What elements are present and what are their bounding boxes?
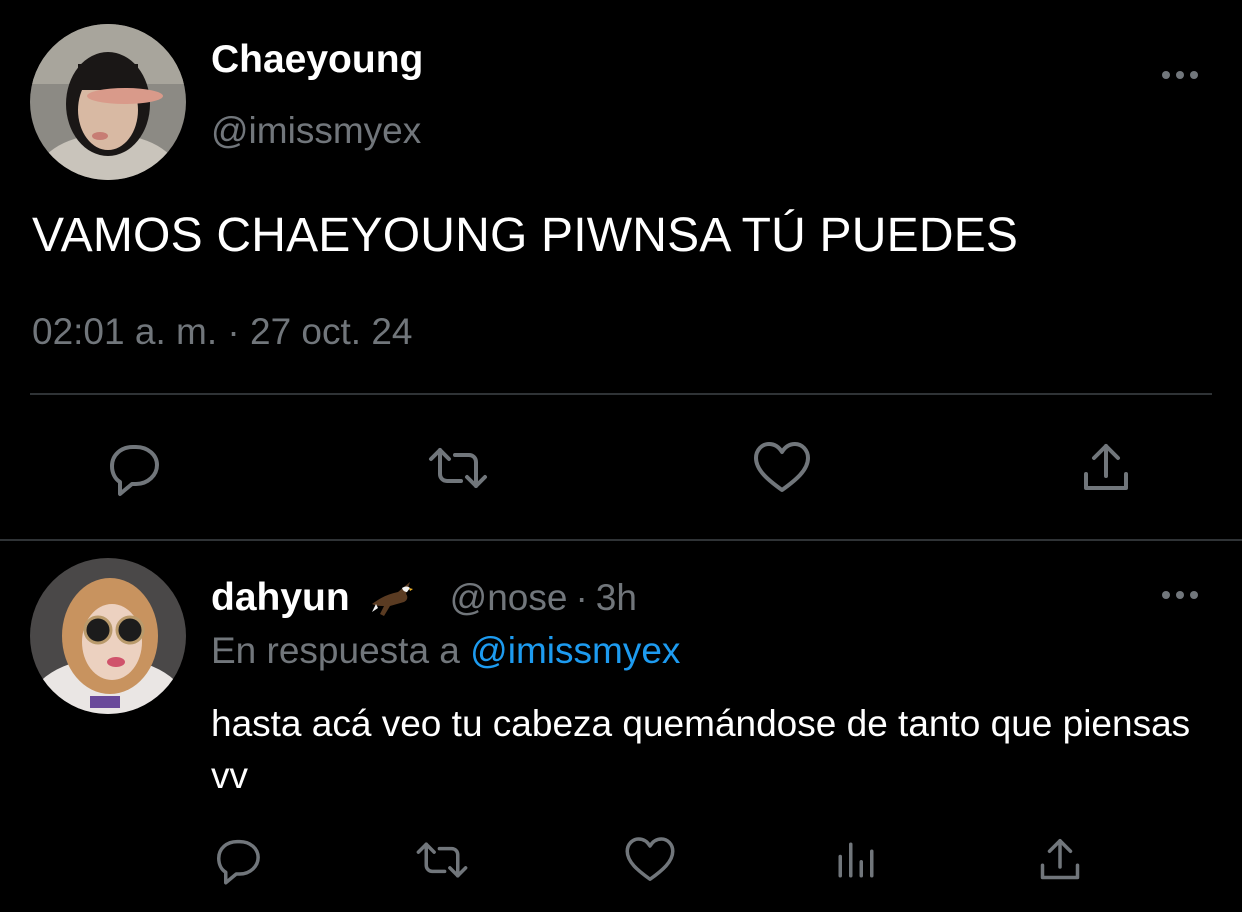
share-icon[interactable] [1074, 436, 1138, 500]
section-divider [0, 539, 1242, 541]
reply-to-line: En respuesta a @imissmyex [211, 630, 680, 672]
reply-icon[interactable] [210, 832, 266, 888]
like-icon[interactable] [622, 832, 678, 888]
reply-to-handle-link[interactable]: @imissmyex [470, 630, 680, 671]
display-name[interactable]: Chaeyoung [211, 38, 423, 82]
separator: · [575, 577, 588, 618]
like-icon[interactable] [750, 436, 814, 500]
divider [30, 393, 1212, 395]
views-icon[interactable] [828, 832, 884, 888]
tweet-text: hasta acá veo tu cabeza quemándose de ta… [211, 703, 1191, 796]
tweet-text: VAMOS CHAEYOUNG PIWNSA TÚ PUEDES [32, 209, 1019, 262]
profile-photo [30, 24, 186, 180]
display-name[interactable]: dahyun [211, 576, 350, 620]
more-options-icon[interactable] [1158, 580, 1202, 610]
reply-to-prefix: En respuesta a [211, 630, 460, 671]
retweet-icon[interactable] [426, 436, 490, 500]
more-options-icon[interactable] [1158, 60, 1202, 90]
reply-icon[interactable] [102, 436, 166, 500]
eagle-emoji-icon [368, 574, 416, 622]
user-handle[interactable]: @nose [450, 577, 568, 619]
tweet-age[interactable]: 3h [596, 577, 637, 619]
avatar[interactable] [30, 558, 186, 714]
retweet-icon[interactable] [414, 832, 470, 888]
reply-header: dahyun @nose · 3h [211, 574, 637, 622]
share-icon[interactable] [1032, 832, 1088, 888]
user-handle[interactable]: @imissmyex [211, 110, 421, 152]
tweet-timestamp[interactable]: 02:01 a. m. · 27 oct. 24 [32, 311, 413, 353]
avatar[interactable] [30, 24, 186, 180]
profile-photo [30, 558, 186, 714]
